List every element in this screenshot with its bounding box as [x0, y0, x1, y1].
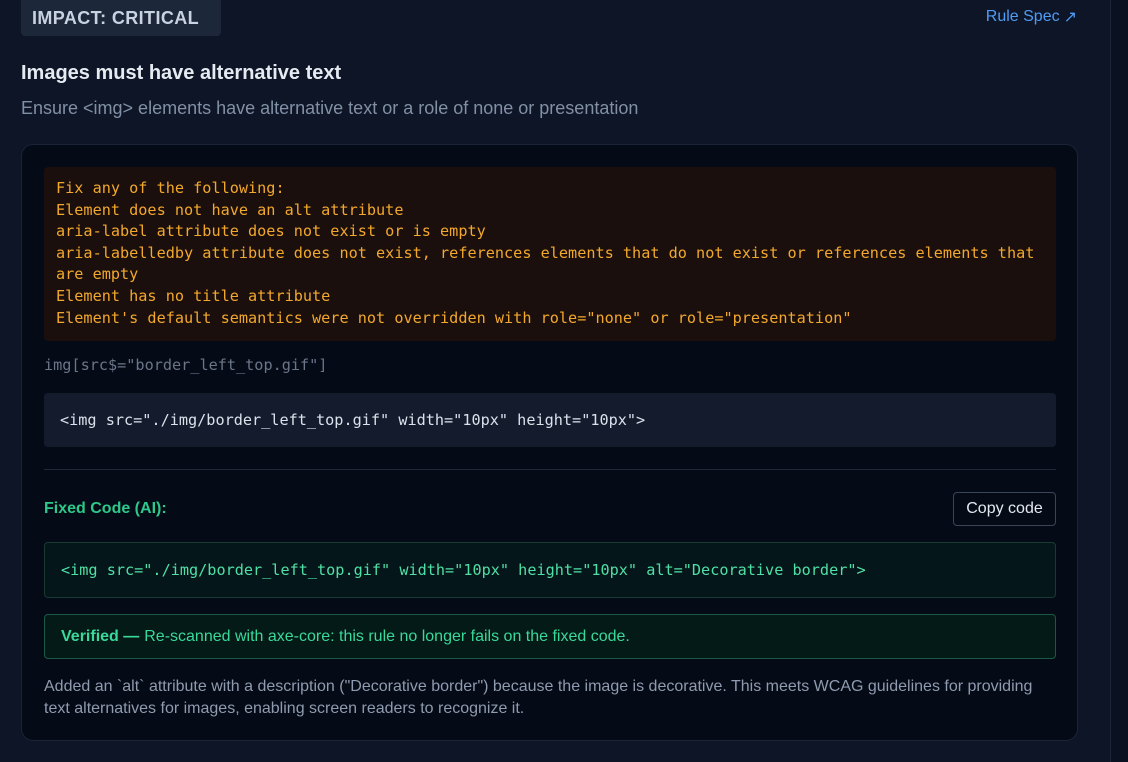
failure-line: Element's default semantics were not ove… [56, 308, 852, 327]
verified-text: Re-scanned with axe-core: this rule no l… [144, 627, 630, 645]
rule-detail-page: IMPACT: CRITICAL Rule Spec ↗ Images must… [0, 0, 1128, 762]
rule-title: Images must have alternative text [21, 62, 342, 84]
target-selector: img[src$="border_left_top.gif"] [44, 356, 328, 374]
violation-card: Fix any of the following: Element does no… [21, 144, 1078, 741]
scrollbar[interactable] [1110, 0, 1128, 762]
failure-line: aria-label attribute does not exist or i… [56, 222, 486, 241]
rule-description: Ensure <img> elements have alternative t… [21, 98, 639, 118]
failure-line: aria-labelledby attribute does not exist… [56, 243, 1044, 284]
copy-code-button[interactable]: Copy code [953, 492, 1056, 526]
verified-banner: Verified — Re-scanned with axe-core: thi… [44, 614, 1056, 659]
original-code-block: <img src="./img/border_left_top.gif" wid… [44, 393, 1056, 447]
verified-title: Verified — [61, 627, 140, 645]
failure-line: Element has no title attribute [56, 286, 331, 305]
impact-badge: IMPACT: CRITICAL [21, 0, 221, 36]
rule-spec-label: Rule Spec [985, 8, 1060, 25]
rule-spec-link[interactable]: Rule Spec ↗ [986, 7, 1077, 27]
failure-summary: Fix any of the following: Element does no… [44, 167, 1056, 341]
failure-line: Element does not have an alt attribute [56, 200, 404, 219]
fixed-code-label: Fixed Code (AI): [44, 500, 167, 517]
divider [44, 469, 1056, 470]
fixed-code: <img src="./img/border_left_top.gif" wid… [61, 561, 866, 579]
external-arrow-icon: ↗ [1063, 9, 1077, 26]
fixed-code-block: <img src="./img/border_left_top.gif" wid… [44, 542, 1056, 598]
fix-explanation: Added an `alt` attribute with a descript… [44, 678, 1033, 717]
original-code: <img src="./img/border_left_top.gif" wid… [60, 411, 646, 429]
failure-line: Fix any of the following: [56, 179, 285, 197]
